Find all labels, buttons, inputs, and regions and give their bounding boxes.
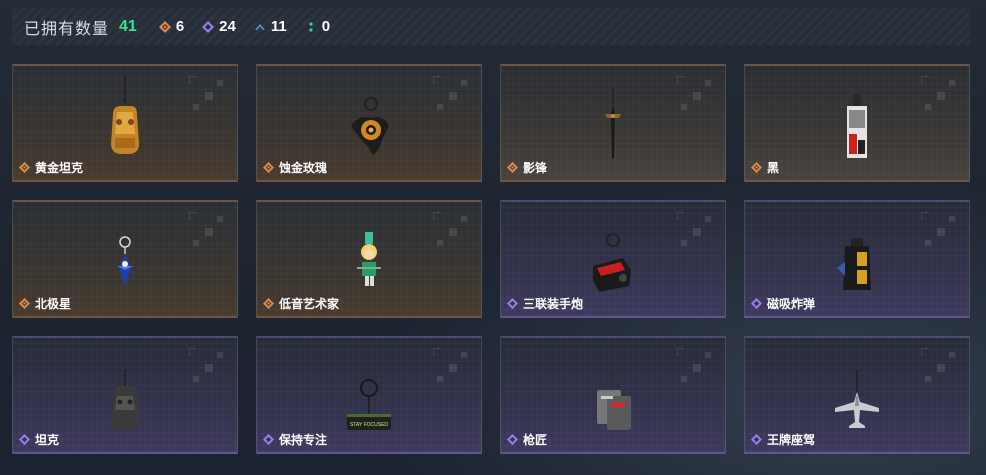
charm-label: 蚀金玫瑰	[263, 159, 327, 176]
orange-rarity-count: 6	[158, 18, 185, 35]
charm-card-ace-jet[interactable]: 王牌座驾	[744, 336, 970, 454]
card-pattern-decoration	[433, 212, 473, 252]
charm-card-bass-artist[interactable]: 低音艺术家	[256, 200, 482, 318]
card-pattern-decoration	[921, 348, 961, 388]
purple-rarity-icon	[507, 298, 518, 309]
orange-diamond-icon	[158, 20, 171, 33]
ace-jet-charm-icon	[827, 346, 887, 434]
charm-card-stay-focused[interactable]: STAY FOCUSED 保持专注	[256, 336, 482, 454]
black-tag-charm-icon	[827, 74, 887, 162]
orange-rarity-count-value: 6	[175, 18, 185, 35]
orange-rarity-icon	[751, 162, 762, 173]
orange-rarity-icon	[19, 298, 30, 309]
charm-card-triple-hand-cannon[interactable]: 三联装手炮	[500, 200, 726, 318]
charm-label: 枪匠	[507, 431, 547, 448]
blue-rarity-count-value: 11	[270, 18, 287, 35]
green-rarity-count-value: 0	[321, 18, 331, 35]
purple-rarity-icon	[507, 434, 518, 445]
charm-label: 保持专注	[263, 431, 327, 448]
card-pattern-decoration	[921, 212, 961, 252]
charm-card-gunsmith[interactable]: 枪匠	[500, 336, 726, 454]
charm-label: 磁吸炸弹	[751, 295, 815, 312]
charm-name: 坦克	[35, 433, 60, 447]
bass-artist-charm-icon	[339, 210, 399, 298]
north-star-charm-icon	[95, 210, 155, 298]
charm-label: 三联装手炮	[507, 295, 583, 312]
shadow-blade-charm-icon	[583, 74, 643, 162]
stay-focused-charm-icon: STAY FOCUSED	[339, 346, 399, 434]
orange-rarity-icon	[263, 298, 274, 309]
purple-rarity-icon	[19, 434, 30, 445]
charm-name: 低音艺术家	[279, 297, 340, 311]
charm-name: 磁吸炸弹	[767, 297, 816, 311]
card-pattern-decoration	[677, 212, 717, 252]
card-pattern-decoration	[433, 76, 473, 116]
orange-rarity-icon	[507, 162, 518, 173]
charm-label: 坦克	[19, 431, 59, 448]
charm-label: 北极星	[19, 295, 71, 312]
blue-rarity-count: 11	[254, 18, 287, 35]
charm-card-magnetic-bomb[interactable]: 磁吸炸弹	[744, 200, 970, 318]
owned-count-label: 已拥有数量	[24, 20, 110, 38]
charm-label: 黄金坦克	[19, 159, 83, 176]
charm-card-black[interactable]: 黑	[744, 64, 970, 182]
charm-label: 低音艺术家	[263, 295, 339, 312]
stay-focused-text: STAY FOCUSED	[350, 422, 388, 428]
card-pattern-decoration	[921, 76, 961, 116]
purple-rarity-count: 24	[202, 18, 236, 35]
tank-charm-icon	[95, 346, 155, 434]
charm-name: 北极星	[35, 297, 72, 311]
card-pattern-decoration	[677, 76, 717, 116]
charm-card-tank[interactable]: 坦克	[12, 336, 238, 454]
charm-label: 影锋	[507, 159, 547, 176]
charm-label: 黑	[751, 159, 779, 176]
charm-name: 王牌座驾	[767, 433, 816, 447]
green-dots-icon	[305, 21, 317, 33]
purple-rarity-count-value: 24	[219, 18, 236, 35]
triple-hand-cannon-charm-icon	[583, 210, 643, 298]
charm-name: 三联装手炮	[523, 297, 584, 311]
card-pattern-decoration	[189, 76, 229, 116]
card-pattern-decoration	[189, 348, 229, 388]
charm-name: 黑	[767, 161, 780, 175]
card-pattern-decoration	[433, 348, 473, 388]
purple-rarity-icon	[751, 298, 762, 309]
purple-diamond-icon	[202, 20, 215, 33]
card-pattern-decoration	[677, 348, 717, 388]
charm-name: 枪匠	[523, 433, 548, 447]
green-rarity-count: 0	[305, 18, 330, 35]
blue-chevron-icon	[254, 21, 266, 33]
purple-rarity-icon	[263, 434, 274, 445]
card-pattern-decoration	[189, 212, 229, 252]
gold-tank-charm-icon	[95, 74, 155, 162]
charm-card-north-star[interactable]: 北极星	[12, 200, 238, 318]
orange-rarity-icon	[263, 162, 274, 173]
magnetic-bomb-charm-icon	[827, 210, 887, 298]
charm-label: 王牌座驾	[751, 431, 815, 448]
charm-name: 保持专注	[279, 433, 328, 447]
charm-name: 黄金坦克	[35, 161, 84, 175]
orange-rarity-icon	[19, 162, 30, 173]
gold-rose-charm-icon	[339, 74, 399, 162]
owned-count-value: 41	[119, 17, 137, 35]
charm-card-shadow-blade[interactable]: 影锋	[500, 64, 726, 182]
purple-rarity-icon	[751, 434, 762, 445]
charm-collection-page: 已拥有数量 41 6 24 11 0 黄金坦克 蚀金玫瑰 影锋 黑 北极星 低音…	[0, 0, 986, 475]
collection-summary-bar: 已拥有数量 41 6 24 11 0	[12, 8, 970, 45]
charm-card-gold-rose[interactable]: 蚀金玫瑰	[256, 64, 482, 182]
gunsmith-charm-icon	[583, 346, 643, 434]
charm-name: 蚀金玫瑰	[279, 161, 328, 175]
charm-name: 影锋	[523, 161, 548, 175]
charm-card-gold-tank[interactable]: 黄金坦克	[12, 64, 238, 182]
